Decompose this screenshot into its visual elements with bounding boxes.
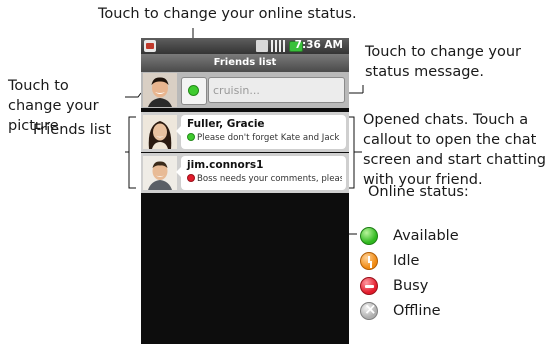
signal-icon <box>271 40 285 52</box>
phone-screen: 7:36 AM Friends list cruisin... Fuller, … <box>141 38 349 344</box>
app-notification-icon <box>144 40 156 52</box>
status-message-field[interactable]: cruisin... <box>208 77 345 103</box>
status-bar: 7:36 AM <box>141 38 349 54</box>
my-avatar[interactable] <box>143 73 177 107</box>
offline-icon <box>360 300 378 320</box>
friend-message: Please don't forget Kate and Jack <box>187 133 342 143</box>
available-status-icon <box>188 85 199 96</box>
friend-name: jim.connors1 <box>187 159 264 171</box>
clock: 7:36 AM <box>294 39 343 51</box>
friend-name: Fuller, Gracie <box>187 118 265 130</box>
busy-icon <box>360 277 378 295</box>
online-status-annotation: Touch to change your online status. <box>98 6 357 22</box>
online-status-button[interactable] <box>181 77 207 105</box>
friends-list-annotation: Friends list <box>33 122 112 138</box>
chat-callout[interactable]: Fuller, Gracie Please don't forget Kate … <box>176 115 346 149</box>
idle-icon <box>360 252 378 270</box>
friend-avatar <box>143 115 177 149</box>
friend-message: Boss needs your comments, please <box>187 174 342 184</box>
available-icon <box>360 227 378 245</box>
status-message-annotation: Touch to change your status message. <box>365 44 521 80</box>
screen-title: Friends list <box>141 54 349 72</box>
network-icon <box>256 40 268 52</box>
my-status-row: cruisin... <box>141 72 349 108</box>
friend-row-jim[interactable]: jim.connors1 Boss needs your comments, p… <box>141 153 349 193</box>
friend-row-gracie[interactable]: Fuller, Gracie Please don't forget Kate … <box>141 112 349 152</box>
legend-title: Online status: <box>368 184 469 200</box>
available-status-icon <box>187 133 195 141</box>
busy-status-icon <box>187 174 195 182</box>
opened-chats-annotation: Opened chats. Touch a callout to open th… <box>363 112 546 188</box>
chat-callout[interactable]: jim.connors1 Boss needs your comments, p… <box>176 156 346 190</box>
friend-avatar <box>143 156 177 190</box>
